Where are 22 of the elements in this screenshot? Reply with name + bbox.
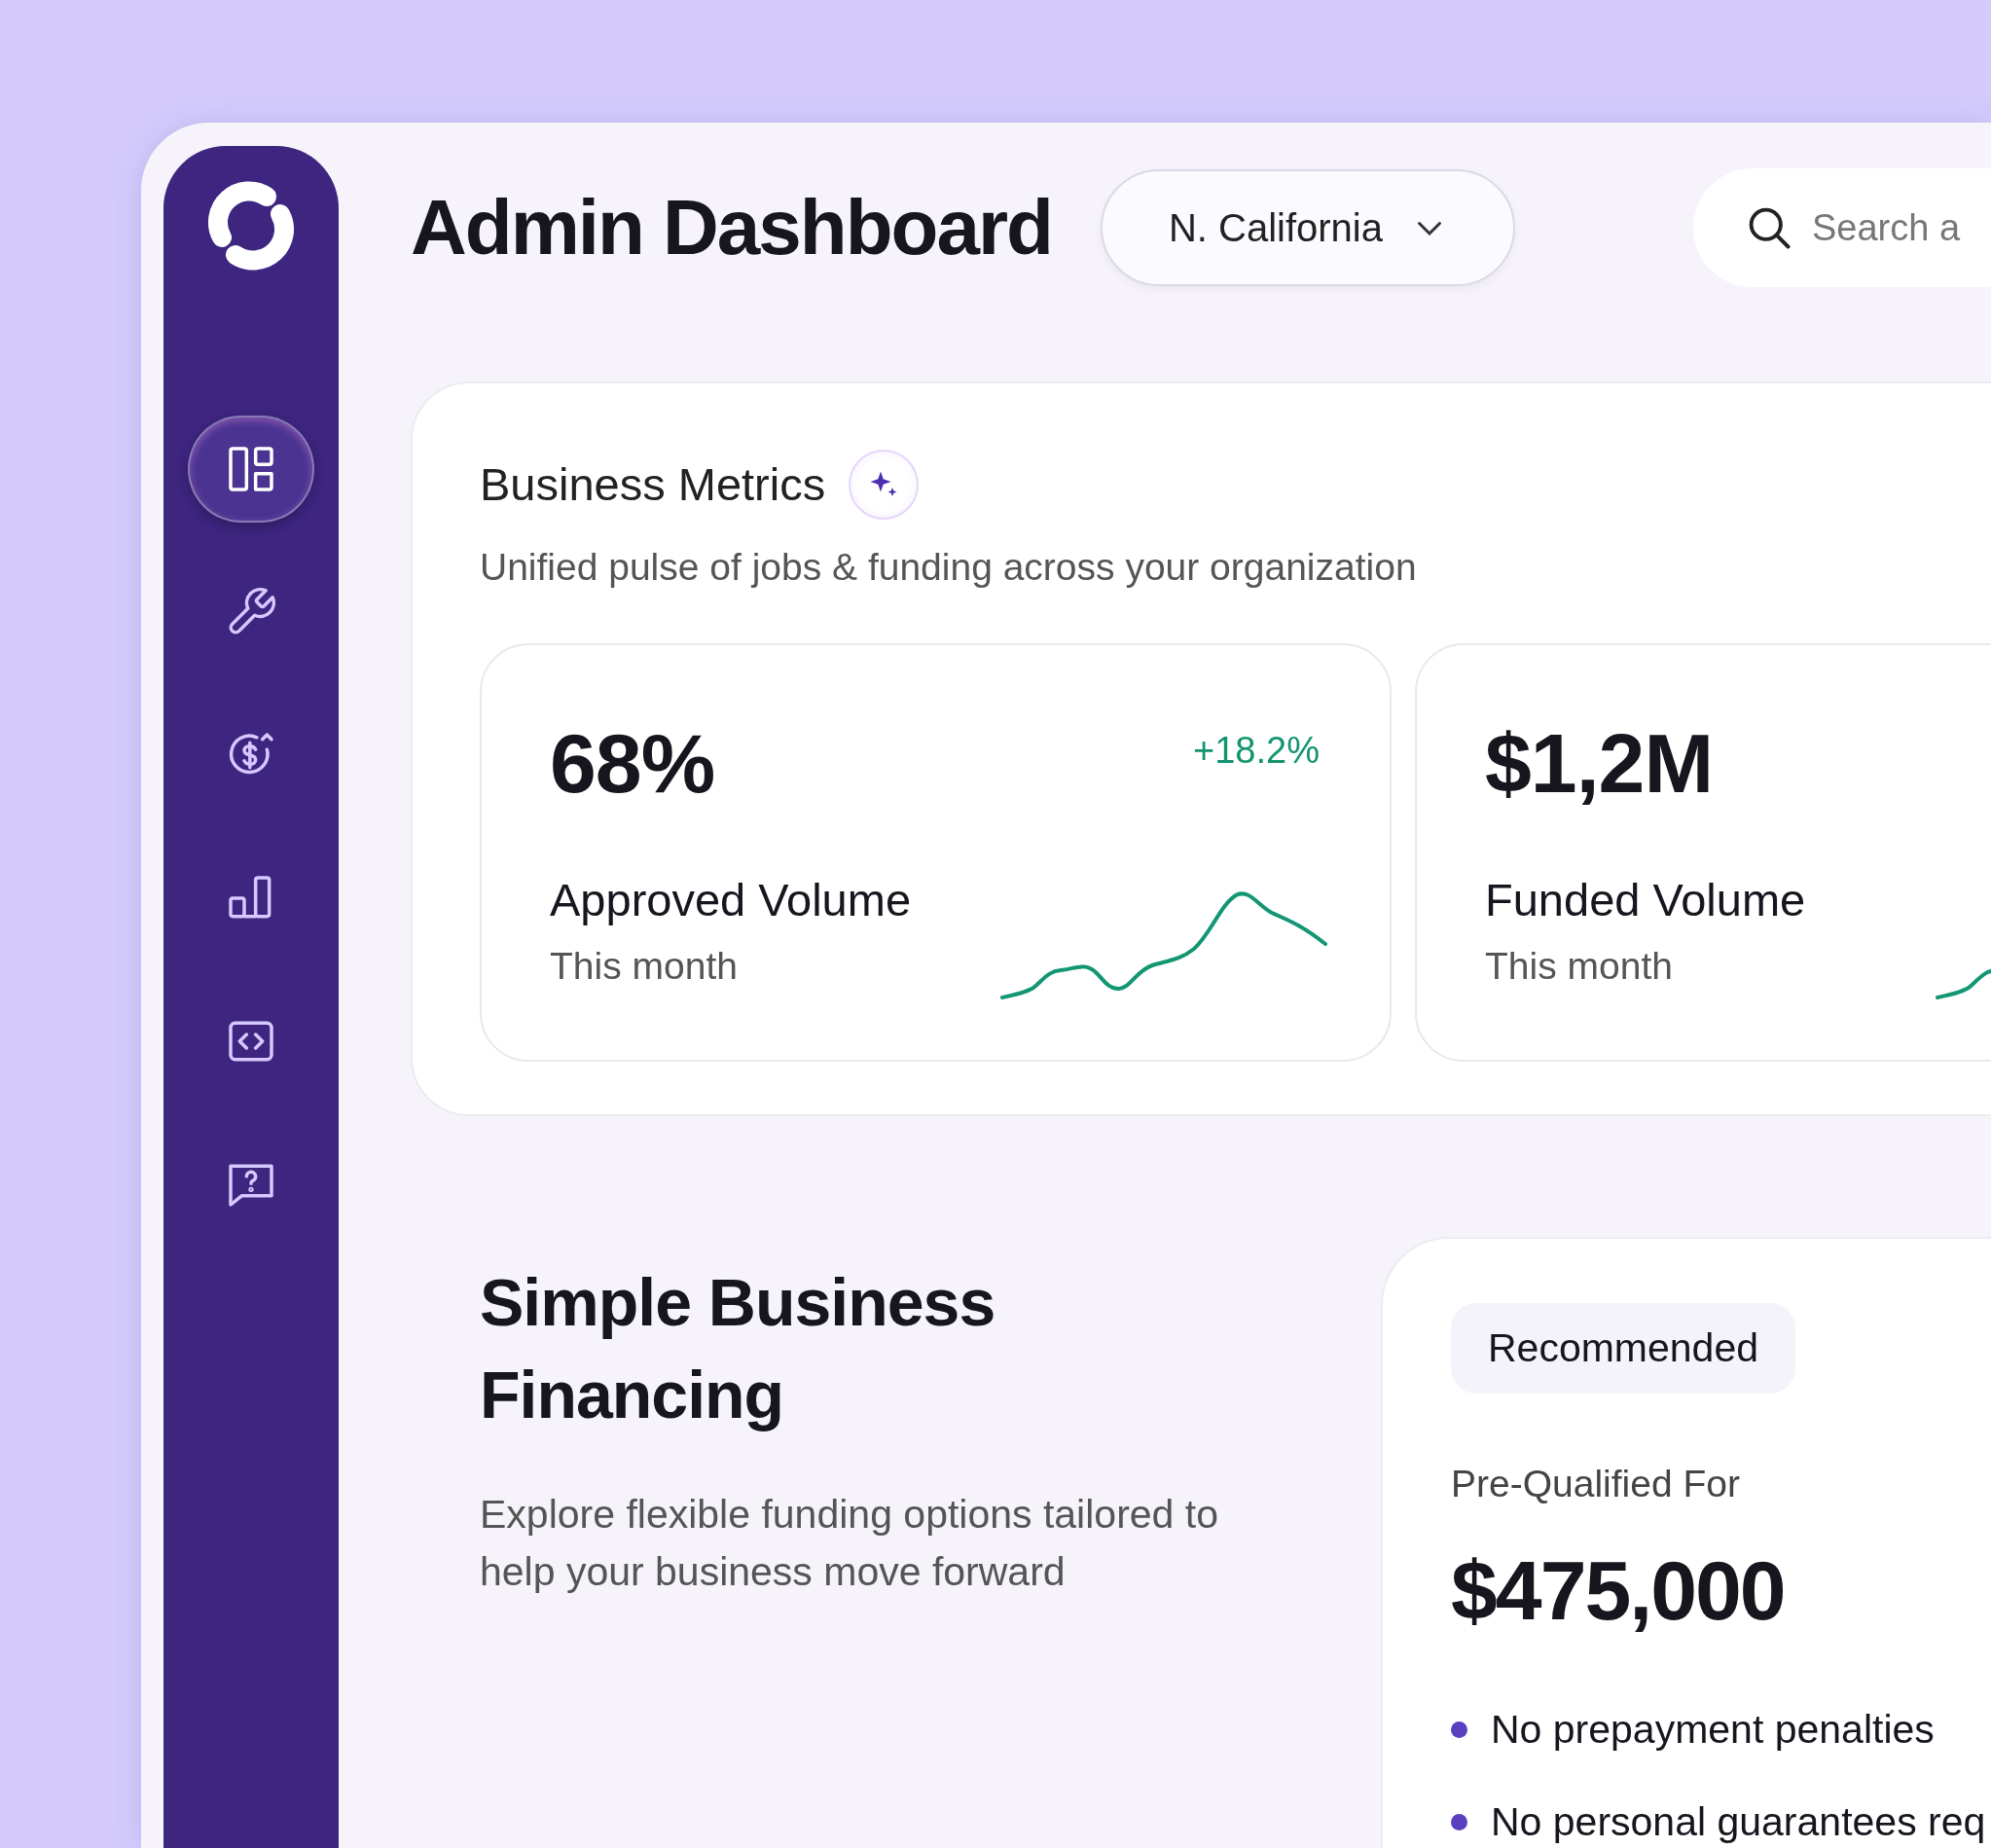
metric-change: +18.2% — [1193, 728, 1320, 773]
feature-text: No personal guarantees req — [1491, 1798, 1986, 1846]
bullet-icon — [1451, 1814, 1467, 1831]
metric-label: Approved Volume — [550, 874, 912, 925]
metric-period: This month — [1485, 944, 1673, 990]
section-subtitle: Unified pulse of jobs & funding across your organization — [480, 545, 1418, 590]
metric-value: 68% — [550, 720, 715, 805]
feature-text: No prepayment penalties — [1491, 1705, 1935, 1754]
search-field[interactable]: Search a — [1809, 199, 1991, 257]
metric-label: Funded Volume — [1485, 874, 1806, 925]
offer-label: Pre-Qualified For — [1451, 1462, 1741, 1506]
bullet-icon — [1451, 1721, 1467, 1738]
page-title: Admin Dashboard — [411, 189, 1052, 267]
region-dropdown[interactable]: N. California — [1100, 169, 1515, 286]
search-bar[interactable]: Search a — [1692, 168, 1991, 287]
section-description: Explore flexible funding options tailored to help your business move forward — [480, 1490, 1219, 1597]
metric-value: $1,2M — [1485, 720, 1714, 805]
offer-amount: $475,000 — [1451, 1547, 1786, 1632]
metric-period: This month — [550, 944, 738, 990]
section-title: Business Metrics — [480, 456, 826, 512]
section-title: Simple Business Financing — [480, 1263, 996, 1433]
recommended-tag: Recommended — [1451, 1302, 1796, 1394]
